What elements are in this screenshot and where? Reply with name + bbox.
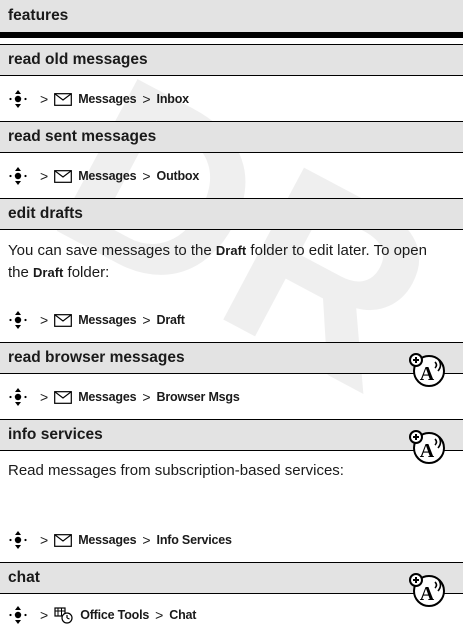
path-separator: > bbox=[142, 312, 151, 328]
path-separator: > bbox=[40, 91, 49, 107]
network-feature-icon: A bbox=[409, 430, 445, 464]
draft-folder-label: Draft bbox=[215, 243, 247, 258]
menu-path: > Messages > Browser Msgs bbox=[8, 387, 240, 407]
path-item: Draft bbox=[156, 313, 185, 327]
envelope-icon bbox=[54, 313, 73, 327]
envelope-icon bbox=[54, 390, 73, 404]
path-separator: > bbox=[142, 91, 151, 107]
path-menu: Office Tools bbox=[80, 608, 150, 622]
svg-text:A: A bbox=[420, 363, 435, 385]
network-feature-icon: A bbox=[409, 573, 445, 607]
menu-path-row: > Messages > Info Services bbox=[0, 518, 463, 562]
table-header-title: features bbox=[8, 7, 69, 24]
description-text: folder: bbox=[63, 264, 110, 281]
network-feature-icon: A bbox=[409, 353, 445, 387]
path-separator: > bbox=[40, 532, 49, 548]
path-item: Browser Msgs bbox=[156, 390, 240, 404]
section-title: read sent messages bbox=[8, 128, 157, 145]
section-title-row: info services bbox=[0, 419, 463, 451]
envelope-icon bbox=[54, 92, 73, 106]
path-item: Inbox bbox=[156, 92, 190, 106]
envelope-icon bbox=[54, 533, 73, 547]
section-description: Read messages from subscription-based se… bbox=[8, 462, 344, 479]
nav-key-icon bbox=[9, 311, 27, 329]
nav-key-icon bbox=[9, 531, 27, 549]
menu-path-row: > Messages > Outbox bbox=[0, 154, 463, 198]
section-title-row: chat bbox=[0, 562, 463, 594]
path-menu: Messages bbox=[78, 92, 137, 106]
menu-path: > Office Tools > Chat bbox=[8, 605, 196, 625]
menu-path-row: > Office Tools > Chat bbox=[0, 593, 463, 637]
menu-path-row: > Messages > Draft bbox=[0, 298, 463, 342]
path-item: Outbox bbox=[156, 169, 200, 183]
nav-key-icon bbox=[9, 388, 27, 406]
path-separator: > bbox=[40, 168, 49, 184]
section-title: edit drafts bbox=[8, 205, 83, 222]
path-menu: Messages bbox=[78, 390, 137, 404]
menu-path-row: > Messages > Inbox bbox=[0, 77, 463, 121]
section-title-row: read browser messages bbox=[0, 342, 463, 374]
svg-text:A: A bbox=[420, 440, 435, 462]
svg-text:A: A bbox=[420, 583, 435, 605]
description-text: You can save messages to the bbox=[8, 242, 216, 259]
menu-path: > Messages > Draft bbox=[8, 310, 185, 330]
path-menu: Messages bbox=[78, 313, 137, 327]
manual-page: DR features read old messages > Messages… bbox=[0, 0, 463, 631]
section-title: info services bbox=[8, 426, 103, 443]
nav-key-icon bbox=[9, 606, 27, 624]
path-menu: Messages bbox=[78, 169, 137, 183]
section-title-row: read sent messages bbox=[0, 121, 463, 153]
nav-key-icon bbox=[9, 90, 27, 108]
path-separator: > bbox=[40, 312, 49, 328]
path-separator: > bbox=[142, 168, 151, 184]
path-separator: > bbox=[40, 389, 49, 405]
section-title-row: read old messages bbox=[0, 44, 463, 76]
path-separator: > bbox=[142, 532, 151, 548]
envelope-icon bbox=[54, 169, 73, 183]
nav-key-icon bbox=[9, 167, 27, 185]
path-item: Chat bbox=[169, 608, 197, 622]
menu-path: > Messages > Inbox bbox=[8, 89, 189, 109]
section-title: read old messages bbox=[8, 51, 148, 68]
path-separator: > bbox=[40, 607, 49, 623]
path-separator: > bbox=[155, 607, 164, 623]
path-separator: > bbox=[142, 389, 151, 405]
section-title-row: edit drafts bbox=[0, 198, 463, 230]
path-item: Info Services bbox=[156, 533, 232, 547]
menu-path: > Messages > Outbox bbox=[8, 166, 199, 186]
section-title: read browser messages bbox=[8, 349, 185, 366]
path-menu: Messages bbox=[78, 533, 137, 547]
menu-path: > Messages > Info Services bbox=[8, 530, 232, 550]
features-table-header: features bbox=[0, 0, 463, 38]
section-title: chat bbox=[8, 569, 40, 586]
section-description: You can save messages to the Draft folde… bbox=[8, 240, 448, 284]
office-tools-icon bbox=[54, 607, 73, 624]
menu-path-row: > Messages > Browser Msgs bbox=[0, 375, 463, 419]
draft-folder-label: Draft bbox=[33, 265, 64, 280]
